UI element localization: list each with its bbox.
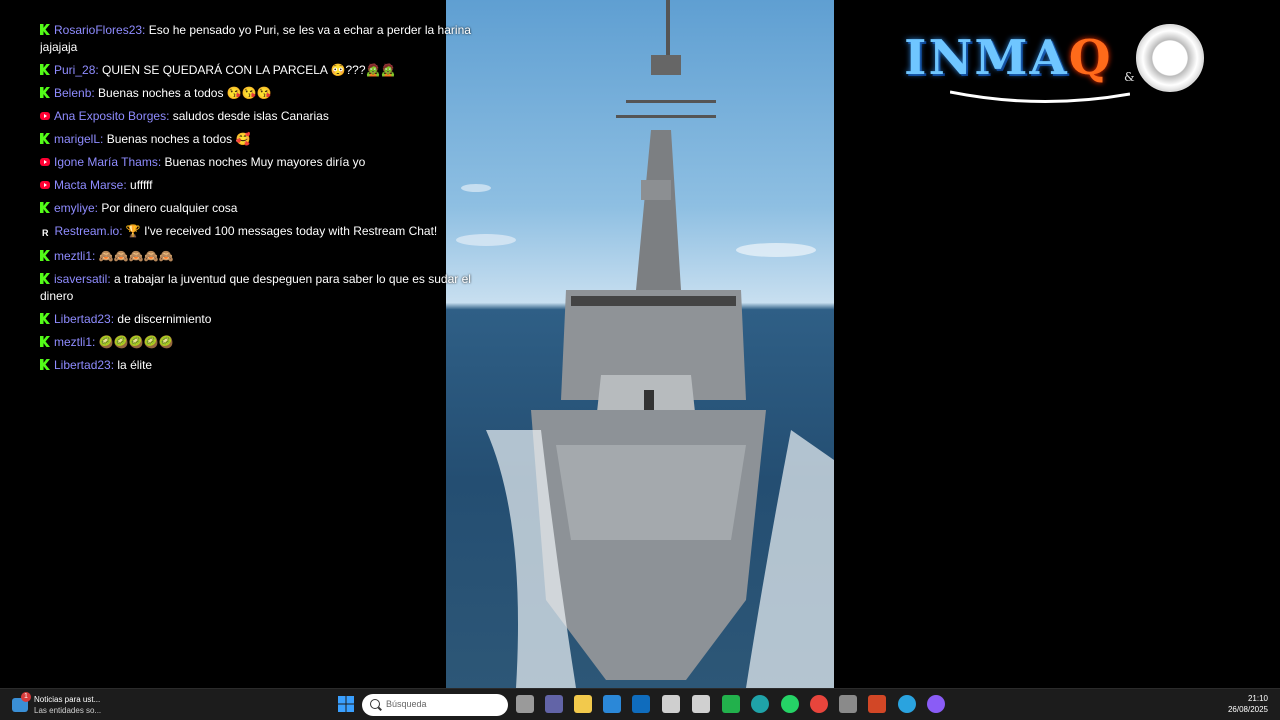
app-circle-icon[interactable]: [927, 695, 945, 713]
chat-message: R Restream.io: 🏆 I've received 100 messag…: [40, 223, 500, 242]
chat-username: Puri_28:: [54, 63, 99, 77]
chat-text: 🥝🥝🥝🥝🥝: [98, 335, 174, 349]
windows-start-icon[interactable]: [337, 695, 355, 713]
kick-badge-icon: [40, 24, 50, 35]
task-view-icon[interactable]: [516, 695, 534, 713]
clock-time: 21:10: [1247, 694, 1268, 703]
chat-username: meztli1:: [54, 249, 96, 263]
chat-text: QUIEN SE QUEDARÁ CON LA PARCELA 😳???🧟🧟: [102, 63, 396, 77]
kick-badge-icon: [40, 359, 50, 370]
chat-text: Buenas noches a todos 😘😘😘: [98, 86, 272, 100]
taskbar-search-box[interactable]: Búsqueda: [362, 694, 508, 716]
chat-message: Belenb: Buenas noches a todos 😘😘😘: [40, 85, 500, 102]
logo-ampersand: &: [1124, 70, 1135, 84]
chat-text: ufffff: [130, 178, 153, 192]
chat-username: Belenb:: [54, 86, 95, 100]
microsoft-store-icon[interactable]: [603, 695, 621, 713]
kick-badge-icon: [40, 133, 50, 144]
chat-text: de discernimiento: [117, 312, 212, 326]
restream-badge-icon: R: [42, 228, 49, 238]
powerpoint-icon[interactable]: [868, 695, 886, 713]
outlook-icon[interactable]: [632, 695, 650, 713]
chat-message: isaversatil: a trabajar la juventud que …: [40, 271, 500, 305]
chat-message: Libertad23: la élite: [40, 357, 500, 372]
search-icon: [370, 699, 380, 709]
kick-badge-icon: [40, 202, 50, 213]
seal-emblem-icon: [1136, 24, 1204, 92]
kick-badge-icon: [40, 64, 50, 75]
kick-badge-icon: [40, 336, 50, 347]
logo-swoosh: [950, 90, 1130, 103]
chat-text: 🙈🙈🙈🙈🙈: [98, 249, 174, 263]
chat-username: Macta Marse:: [54, 178, 127, 192]
chrome-icon[interactable]: [810, 695, 828, 713]
file-explorer-icon[interactable]: [574, 695, 592, 713]
chat-username: Libertad23:: [54, 312, 115, 326]
kick-badge-icon: [40, 313, 50, 324]
chat-text: Buenas noches a todos 🥰: [106, 132, 251, 146]
clock-date: 26/08/2025: [1227, 705, 1268, 714]
chat-message: Ana Exposito Borges: saludos desde islas…: [40, 108, 500, 125]
youtube-badge-icon: [40, 181, 50, 189]
chat-message: Macta Marse: ufffff: [40, 177, 500, 194]
chat-message: RosarioFlores23: Eso he pensado yo Puri,…: [40, 22, 500, 56]
teams-icon[interactable]: [545, 695, 563, 713]
chat-message: Igone María Thams: Buenas noches Muy may…: [40, 154, 500, 171]
telegram-icon[interactable]: [898, 695, 916, 713]
kick-badge-icon: [40, 250, 50, 261]
chat-username: isaversatil:: [54, 272, 111, 286]
app-gray-icon[interactable]: [839, 695, 857, 713]
chat-text: saludos desde islas Canarias: [172, 109, 329, 123]
news-title: Noticias para ust...: [34, 695, 101, 704]
news-badge: 1: [21, 692, 31, 702]
chat-username: Libertad23:: [54, 358, 115, 372]
kick-badge-icon: [40, 87, 50, 98]
chat-text: 🏆 I've received 100 messages today with …: [125, 224, 438, 238]
app-spiral-icon[interactable]: [662, 695, 680, 713]
camtasia-icon[interactable]: [722, 695, 740, 713]
chat-text: Buenas noches Muy mayores diría yo: [164, 155, 366, 169]
kick-badge-icon: [40, 273, 50, 284]
chat-message: Libertad23: de discernimiento: [40, 311, 500, 328]
chat-message: meztli1: 🙈🙈🙈🙈🙈: [40, 248, 500, 265]
inmaq-logo: INMAQ &: [900, 24, 1210, 104]
news-subtitle: Las entidades so...: [34, 706, 102, 715]
chat-message: emyliye: Por dinero cualquier cosa: [40, 200, 500, 217]
chat-text: Por dinero cualquier cosa: [101, 201, 238, 215]
edge-icon[interactable]: [751, 695, 769, 713]
search-placeholder: Búsqueda: [386, 699, 427, 709]
chat-message: Puri_28: QUIEN SE QUEDARÁ CON LA PARCELA…: [40, 62, 500, 79]
system-clock[interactable]: 21:10 26/08/2025: [1228, 693, 1268, 715]
youtube-badge-icon: [40, 112, 50, 120]
chat-username: Restream.io:: [54, 224, 123, 238]
chat-overlay: RosarioFlores23: Eso he pensado yo Puri,…: [40, 22, 500, 372]
chat-username: RosarioFlores23:: [54, 23, 146, 37]
chat-message: meztli1: 🥝🥝🥝🥝🥝: [40, 334, 500, 351]
logo-wordmark: INMAQ: [904, 30, 1113, 86]
app-hexagon-icon[interactable]: [692, 695, 710, 713]
chat-username: marigelL:: [54, 132, 104, 146]
chat-text: la élite: [117, 358, 153, 372]
chat-username: Ana Exposito Borges:: [54, 109, 170, 123]
whatsapp-icon[interactable]: [781, 695, 799, 713]
video-player[interactable]: [446, 0, 834, 688]
chat-username: Igone María Thams:: [54, 155, 162, 169]
chat-username: meztli1:: [54, 335, 96, 349]
warship-video-frame: [456, 0, 834, 688]
windows-taskbar: 1 Noticias para ust... Las entidades so.…: [0, 688, 1280, 720]
chat-message: marigelL: Buenas noches a todos 🥰: [40, 131, 500, 148]
youtube-badge-icon: [40, 158, 50, 166]
chat-username: emyliye:: [54, 201, 99, 215]
